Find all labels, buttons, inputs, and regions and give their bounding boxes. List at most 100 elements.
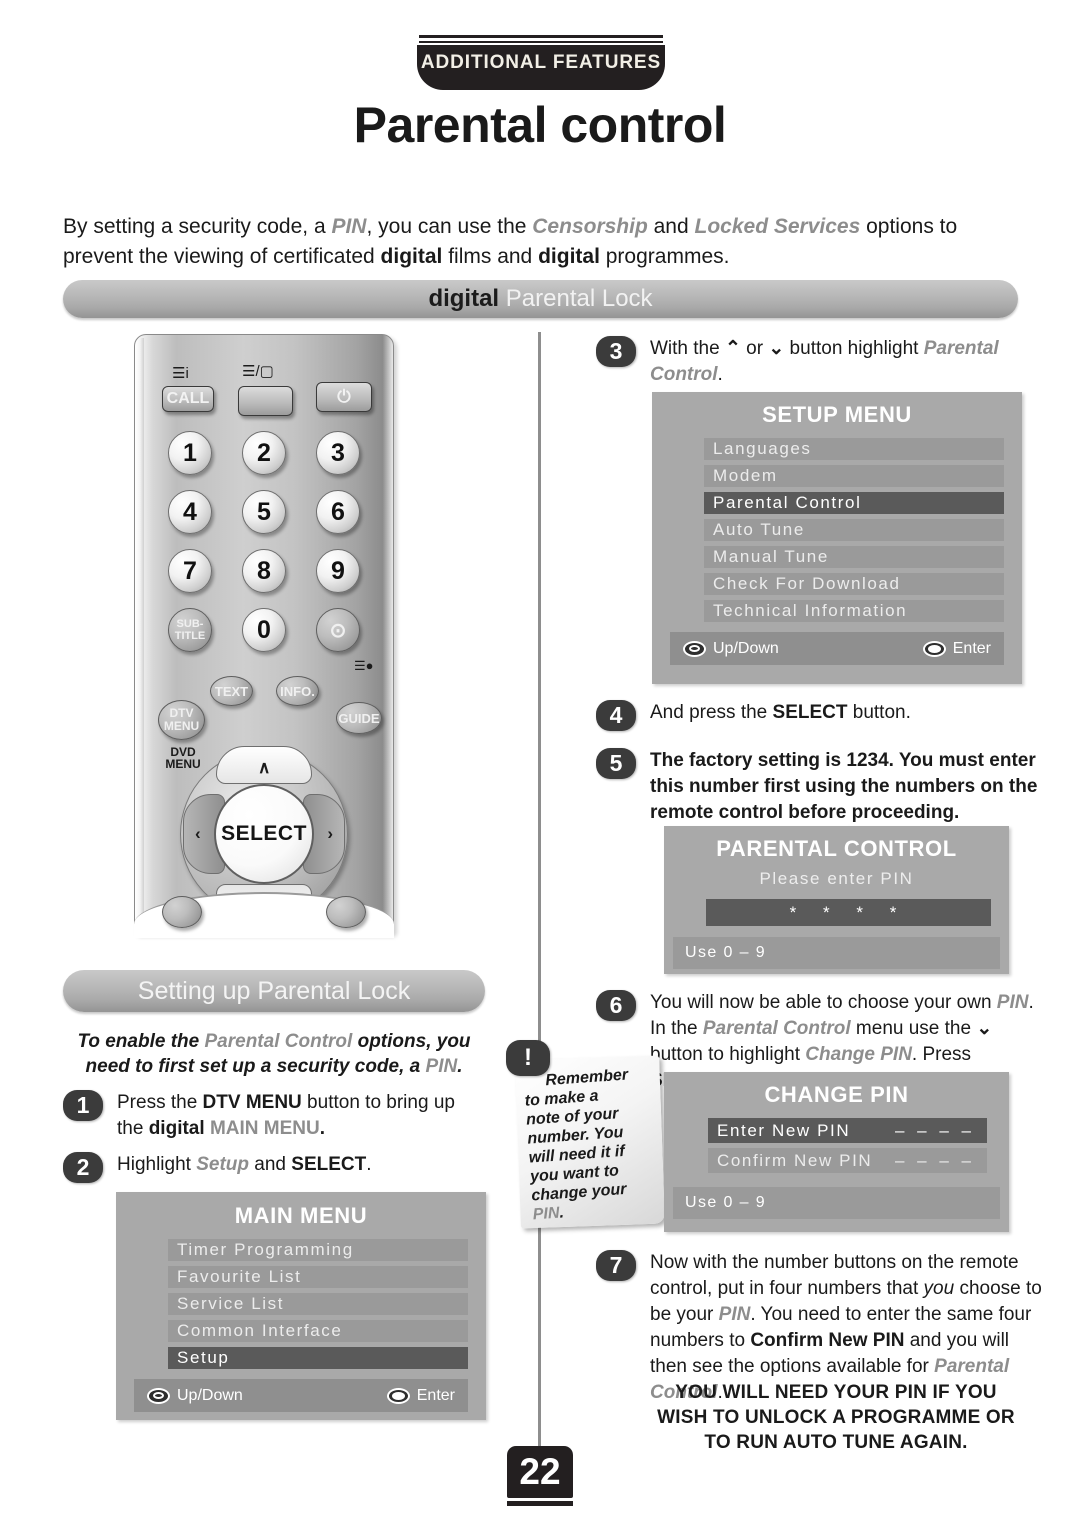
setup-menu-item-modem[interactable]: Modem: [704, 465, 1004, 487]
main-menu-item-service-list[interactable]: Service List: [168, 1293, 468, 1315]
parental-control-title: PARENTAL CONTROL: [716, 836, 957, 861]
main-menu-item-setup[interactable]: Setup: [168, 1347, 468, 1369]
step-5-text: The factory setting is 1234. You must en…: [650, 750, 1038, 823]
number-button-0[interactable]: 0: [242, 608, 286, 652]
remember-line-8-end: .: [558, 1204, 565, 1222]
enter-new-pin-value: – – – –: [895, 1120, 975, 1140]
section-tab-label: ADDITIONAL FEATURES: [420, 52, 662, 73]
number-button-7[interactable]: 7: [168, 549, 212, 593]
setup-menu-item-auto-tune[interactable]: Auto Tune: [704, 519, 1004, 541]
change-pin-row-confirm-new-pin[interactable]: Confirm New PIN – – – –: [708, 1148, 987, 1173]
step3-down-icon: ⌄: [768, 338, 785, 359]
step-1-text: Press the DTV MENU button to bring up th…: [117, 1090, 485, 1142]
step6-d: button to highlight: [650, 1044, 806, 1065]
remember-note: ! Remember to make a note of your number…: [506, 1040, 666, 1229]
pin-entry-field[interactable]: * * * *: [706, 899, 991, 926]
number-button-4[interactable]: 4: [168, 490, 212, 534]
volume-down-button[interactable]: [162, 896, 202, 928]
enter-wheel-icon: [386, 1387, 410, 1404]
step3-c: button highlight: [784, 338, 924, 359]
page-title: Parental control: [353, 97, 727, 153]
exclamation-icon: !: [506, 1040, 550, 1076]
guide-button[interactable]: GUIDE: [336, 702, 382, 734]
dtv-menu-label-line2: MENU: [163, 719, 200, 733]
step6-pin: PIN: [996, 992, 1029, 1013]
text-button[interactable]: TEXT: [210, 676, 253, 706]
main-menu-item-common-interface[interactable]: Common Interface: [168, 1320, 468, 1342]
remote-control-illustration: ☰i CALL ☰/▢ ⏻ 1 2 3 4 5 6 7 8 9 SUB- TIT…: [126, 334, 406, 944]
intro-text-7: programmes.: [599, 245, 730, 268]
step3-control: Control: [650, 364, 718, 385]
step2-a: Highlight: [117, 1154, 197, 1175]
step4-b: button.: [847, 702, 911, 723]
subtitle-button[interactable]: SUB- TITLE: [168, 608, 212, 652]
banner-sub-text: Setting up Parental Lock: [137, 976, 411, 1005]
page-number-rule: [507, 1501, 573, 1506]
enable-note-d: .: [457, 1056, 463, 1077]
setup-menu-updown-label: Up/Down: [713, 639, 779, 657]
setup-menu-item-check-for-download[interactable]: Check For Download: [704, 573, 1004, 595]
step-2-text: Highlight Setup and SELECT.: [117, 1152, 485, 1178]
parental-control-screen: PARENTAL CONTROL Please enter PIN * * * …: [664, 826, 1009, 974]
setup-menu-screen: SETUP MENU Languages Modem Parental Cont…: [652, 392, 1022, 684]
setup-menu-item-manual-tune[interactable]: Manual Tune: [704, 546, 1004, 568]
step-7-number: 7: [596, 1250, 636, 1281]
source-input-button[interactable]: ⊙: [316, 608, 360, 652]
number-button-5[interactable]: 5: [242, 490, 286, 534]
select-button[interactable]: SELECT: [214, 784, 314, 884]
enable-note: To enable the Parental Control options, …: [63, 1029, 485, 1079]
page-number: 22: [507, 1446, 573, 1506]
intro-censorship: Censorship: [532, 215, 648, 238]
step2-b: and: [249, 1154, 292, 1175]
column-divider: [538, 332, 541, 1462]
call-info-icon: ☰i: [172, 365, 189, 382]
change-pin-screen: CHANGE PIN Enter New PIN – – – – Confirm…: [664, 1072, 1009, 1232]
step7-pin: PIN: [718, 1304, 751, 1325]
parental-control-subtitle: Please enter PIN: [759, 869, 914, 888]
main-menu-item-timer-programming[interactable]: Timer Programming: [168, 1239, 468, 1261]
header-rule-top: [419, 35, 663, 38]
banner-main-text: digital Parental Lock: [428, 285, 652, 313]
step-4-text: And press the SELECT button.: [650, 700, 1038, 726]
updown-wheel-icon: [147, 1387, 170, 1404]
enable-note-c: first set up a security code, a: [158, 1056, 426, 1077]
number-button-9[interactable]: 9: [316, 549, 360, 593]
call-button[interactable]: CALL: [162, 386, 214, 412]
parental-control-use-hint: Use 0 – 9: [673, 937, 1000, 969]
step6-a: You will now be able to choose your own: [650, 992, 997, 1013]
channel-button[interactable]: [326, 896, 366, 928]
step2-select: SELECT: [291, 1154, 367, 1175]
step-3-text: With the ⌃ or ⌄ button highlight Parenta…: [650, 336, 1038, 388]
intro-text-3: and: [647, 215, 695, 238]
step3-d: .: [717, 364, 723, 385]
setup-menu-footer: Up/Down Enter: [670, 632, 1004, 665]
step-2-number: 2: [63, 1152, 103, 1183]
setup-menu-item-languages[interactable]: Languages: [704, 438, 1004, 460]
step6-c: menu use the: [850, 1018, 977, 1039]
main-menu-item-favourite-list[interactable]: Favourite List: [168, 1266, 468, 1288]
step1-dtv-menu: DTV MENU: [202, 1092, 302, 1113]
setup-menu-title: SETUP MENU: [762, 402, 912, 427]
text-hold-icon: ☰/▢: [242, 363, 274, 380]
number-button-1[interactable]: 1: [168, 431, 212, 475]
subtitle-label-line2: TITLE: [174, 630, 206, 642]
number-button-6[interactable]: 6: [316, 490, 360, 534]
main-menu-footer: Up/Down Enter: [134, 1379, 468, 1412]
dpad-right-icon: ›: [327, 824, 333, 843]
step2-c: .: [366, 1154, 372, 1175]
step-5-number: 5: [596, 748, 636, 779]
number-button-3[interactable]: 3: [316, 431, 360, 475]
power-button[interactable]: ⏻: [316, 382, 372, 412]
number-button-8[interactable]: 8: [242, 549, 286, 593]
info-button[interactable]: INFO.: [276, 676, 319, 706]
setup-menu-item-parental-control[interactable]: Parental Control: [704, 492, 1004, 514]
change-pin-row-enter-new-pin[interactable]: Enter New PIN – – – –: [708, 1118, 987, 1143]
step1-c: .: [319, 1118, 325, 1139]
setup-menu-item-technical-information[interactable]: Technical Information: [704, 600, 1004, 622]
number-button-2[interactable]: 2: [242, 431, 286, 475]
subtitle-label-line1: SUB-: [176, 618, 204, 630]
text-hold-button[interactable]: [238, 386, 293, 416]
step3-b: or: [740, 338, 769, 359]
step1-digital: digital: [148, 1118, 205, 1139]
dtv-menu-button[interactable]: DTV MENU: [158, 700, 205, 740]
